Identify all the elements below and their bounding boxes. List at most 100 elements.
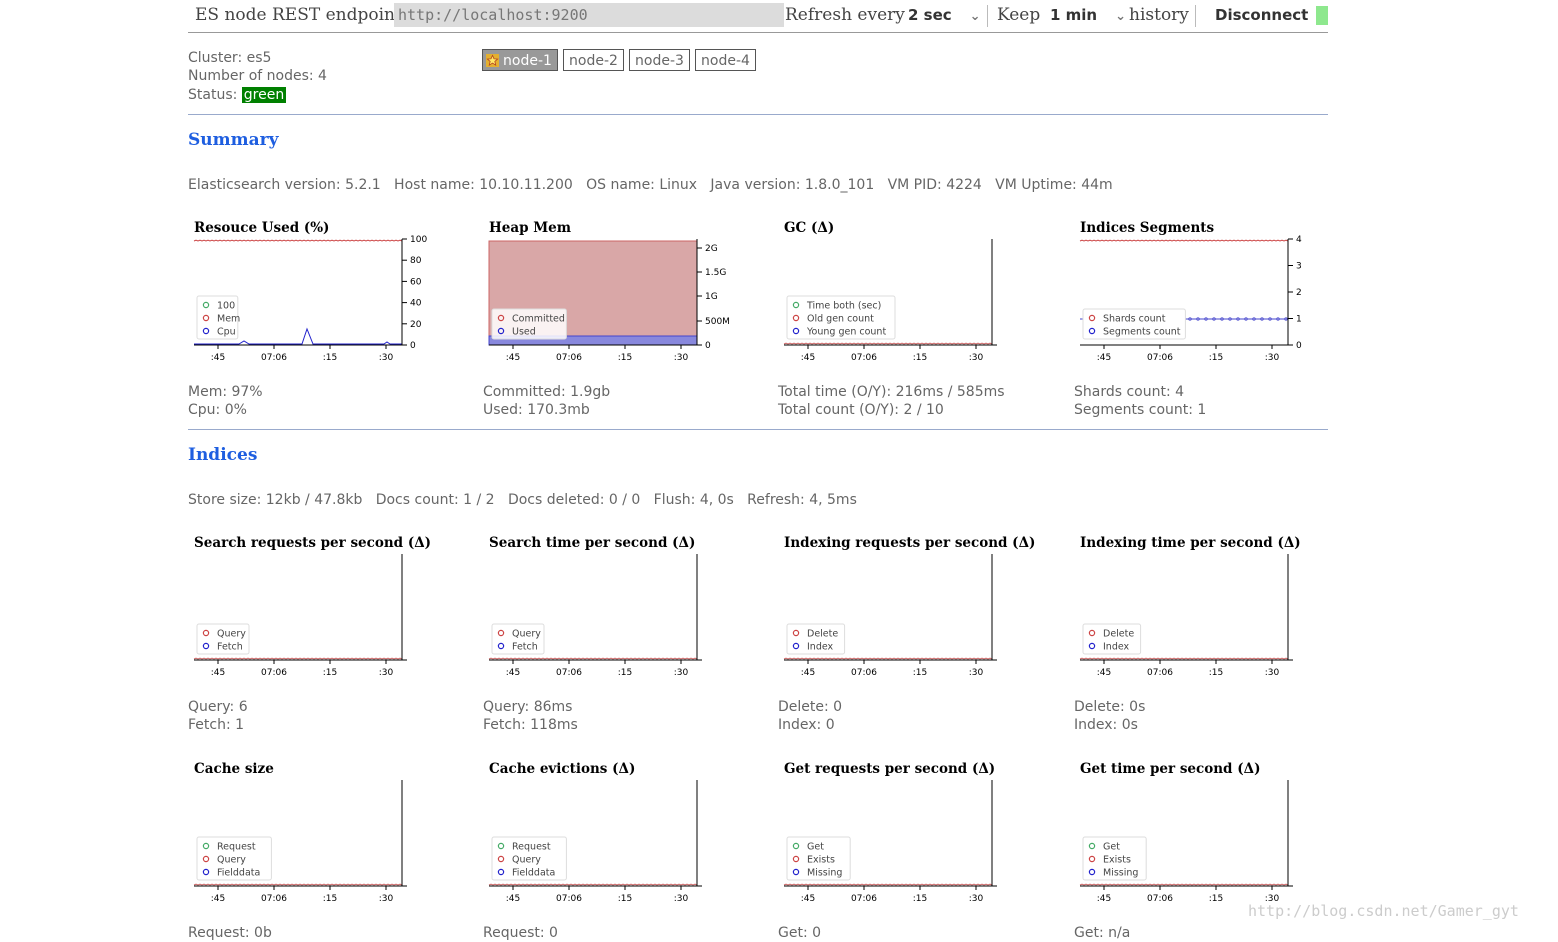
legend-label[interactable]: Fielddata — [217, 868, 260, 879]
chart-stat: Fetch: 118ms — [483, 717, 578, 733]
x-tick-label: :15 — [913, 668, 927, 678]
legend-label[interactable]: Get — [1103, 842, 1120, 853]
divider — [188, 114, 1328, 115]
x-tick-label: 07:06 — [851, 668, 877, 678]
x-tick-label: :30 — [379, 894, 394, 904]
series-line — [193, 657, 403, 660]
chart-stat: Fetch: 1 — [188, 717, 245, 733]
legend-label[interactable]: Missing — [807, 868, 842, 879]
legend-label[interactable]: Cpu — [217, 327, 236, 338]
x-tick-label: :30 — [379, 353, 394, 363]
series-line — [783, 657, 993, 660]
series-line — [783, 342, 993, 345]
chart-stat: Index: 0s — [1074, 717, 1138, 733]
indices-title: Indices — [188, 445, 258, 465]
y-tick-label: 500M — [705, 317, 730, 327]
legend-label[interactable]: Committed — [512, 314, 565, 325]
x-tick-label: 07:06 — [1147, 353, 1173, 363]
chart-svg: :45 07:06:15:30 Request Query Fielddata — [488, 780, 702, 904]
legend-label[interactable]: Index — [807, 642, 834, 653]
chart-stat: Query: 86ms — [483, 699, 573, 715]
legend-label[interactable]: Young gen count — [806, 327, 886, 338]
chart-title: Heap Mem — [489, 220, 572, 236]
keep-value: 1 min — [1050, 6, 1098, 24]
x-tick-label: :45 — [211, 668, 225, 678]
keep-select[interactable]: 1 min ⌄ — [1050, 0, 1126, 30]
watermark: http://blog.csdn.net/Gamer_gyt — [1248, 902, 1519, 920]
disconnect-button[interactable]: Disconnect — [1215, 0, 1308, 30]
chart-stat: Query: 6 — [188, 699, 248, 715]
legend-label[interactable]: Delete — [807, 629, 838, 640]
summary-info: Elasticsearch version: 5.2.1 Host name: … — [188, 177, 1113, 193]
y-tick-label: 2G — [705, 244, 718, 254]
legend-label[interactable]: Old gen count — [807, 314, 874, 325]
legend-label[interactable]: Mem — [217, 314, 240, 325]
legend-label[interactable]: Missing — [1103, 868, 1138, 879]
x-tick-label: :15 — [618, 894, 632, 904]
x-tick-label: 07:06 — [556, 894, 582, 904]
chart-svg: :45 07:06:15:30 Delete Index — [783, 554, 997, 678]
nodes-count: Number of nodes: 4 — [188, 68, 327, 84]
x-tick-label: :45 — [211, 894, 225, 904]
legend-label[interactable]: Request — [512, 842, 551, 853]
legend-label[interactable]: Exists — [1103, 855, 1131, 866]
x-tick-label: :30 — [969, 353, 984, 363]
legend-label[interactable]: Get — [807, 842, 824, 853]
node-button-1[interactable]: node-1 — [482, 49, 558, 71]
chart-title: Cache evictions (Δ) — [489, 761, 636, 777]
legend-label[interactable]: Query — [512, 629, 541, 640]
x-tick-label: :30 — [674, 668, 689, 678]
chart-stat: Total time (O/Y): 216ms / 585ms — [778, 384, 1005, 400]
indices-info: Store size: 12kb / 47.8kb Docs count: 1 … — [188, 492, 857, 508]
chart-stat: Total count (O/Y): 2 / 10 — [778, 402, 944, 418]
legend-label[interactable]: Used — [512, 327, 536, 338]
chart-svg: 100 80 60 40 20 0:45 07:06:15:30 100 Mem Cpu — [193, 235, 427, 363]
legend-label[interactable]: Fetch — [217, 642, 243, 653]
chart-stat: Delete: 0s — [1074, 699, 1146, 715]
series-line — [1079, 657, 1289, 660]
x-tick-label: :15 — [1209, 894, 1223, 904]
node-button-3[interactable]: node-3 — [629, 49, 690, 71]
chart-stat: Used: 170.3mb — [483, 402, 590, 418]
chart-stat: Shards count: 4 — [1074, 384, 1185, 400]
chart-stat: Committed: 1.9gb — [483, 384, 611, 400]
node-button-4[interactable]: node-4 — [695, 49, 756, 71]
chart-stat: Segments count: 1 — [1074, 402, 1207, 418]
legend-label[interactable]: Time both (sec) — [806, 301, 881, 312]
legend-label[interactable]: Fetch — [512, 642, 538, 653]
x-tick-label: :15 — [618, 668, 632, 678]
refresh-select[interactable]: 2 sec ⌄ — [908, 0, 981, 30]
x-tick-label: :15 — [1209, 668, 1223, 678]
endpoint-label: ES node REST endpoint — [195, 5, 402, 25]
x-tick-label: 07:06 — [851, 894, 877, 904]
x-tick-label: 07:06 — [1147, 894, 1173, 904]
x-tick-label: 07:06 — [851, 353, 877, 363]
legend-label[interactable]: Shards count — [1103, 314, 1166, 325]
node-button-2[interactable]: node-2 — [563, 49, 624, 71]
x-tick-label: :30 — [969, 668, 984, 678]
chart-svg: 4 3 2 1 0:45 07:06:15:30 Shards count Segments … — [1079, 235, 1302, 363]
legend-label[interactable]: Delete — [1103, 629, 1134, 640]
chart-svg: :45 07:06:15:30 Query Fetch — [488, 554, 702, 678]
legend-label[interactable]: Exists — [807, 855, 835, 866]
y-tick-label: 20 — [410, 320, 422, 330]
series-line — [488, 883, 698, 886]
x-tick-label: :45 — [1097, 668, 1111, 678]
legend-label[interactable]: Index — [1103, 642, 1130, 653]
legend-label[interactable]: Request — [217, 842, 256, 853]
legend-label[interactable]: Query — [217, 629, 246, 640]
legend-label[interactable]: Query — [512, 855, 541, 866]
chart-title: Search time per second (Δ) — [489, 535, 696, 551]
chart-title: GC (Δ) — [784, 220, 835, 236]
divider — [1195, 5, 1196, 27]
endpoint-input[interactable] — [394, 3, 784, 27]
legend-label[interactable]: 100 — [217, 301, 235, 312]
legend-label[interactable]: Segments count — [1103, 327, 1181, 338]
x-tick-label: :30 — [1265, 353, 1280, 363]
y-tick-label: 1.5G — [705, 268, 726, 278]
legend-label[interactable]: Fielddata — [512, 868, 555, 879]
legend-label[interactable]: Query — [217, 855, 246, 866]
y-tick-label: 100 — [410, 235, 427, 245]
refresh-value: 2 sec — [908, 6, 952, 24]
chart-title: Get requests per second (Δ) — [784, 761, 996, 777]
